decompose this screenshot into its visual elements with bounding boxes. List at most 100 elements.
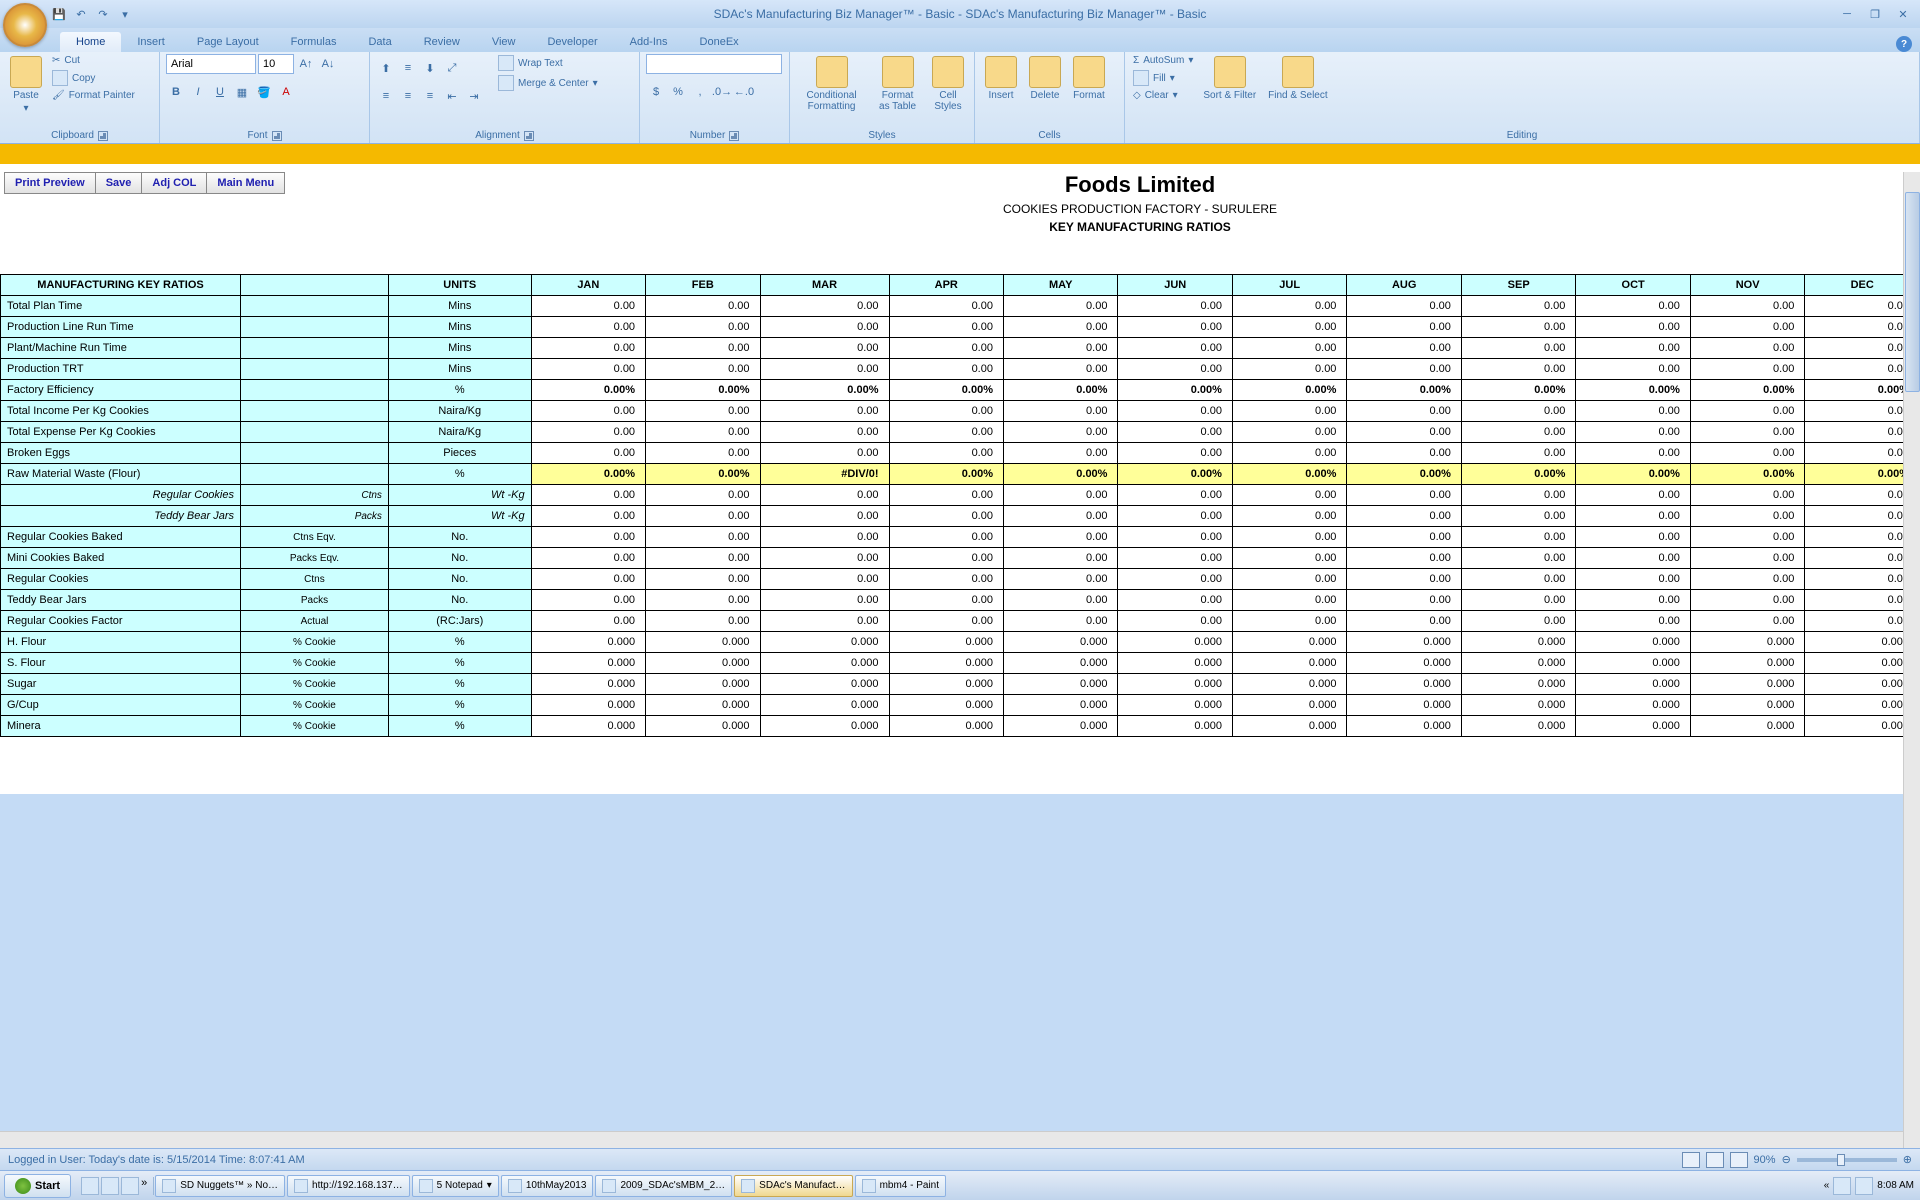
align-right-icon[interactable]: ≡ <box>420 86 440 106</box>
print-preview-button[interactable]: Print Preview <box>4 172 96 194</box>
tab-doneex[interactable]: DoneEx <box>684 32 755 52</box>
column-header[interactable] <box>241 275 389 296</box>
data-cell[interactable]: 0.00 <box>1690 506 1804 527</box>
data-cell[interactable]: 0.00 <box>1461 506 1575 527</box>
qat-more-icon[interactable]: ▾ <box>116 5 134 23</box>
start-button[interactable]: Start <box>4 1174 71 1198</box>
row-label2[interactable]: Packs <box>241 590 389 611</box>
data-cell[interactable]: 0.00 <box>1003 485 1117 506</box>
row-unit[interactable]: % <box>388 674 531 695</box>
data-cell[interactable]: 0.00 <box>760 506 889 527</box>
inc-decimal-icon[interactable]: .0→ <box>712 82 732 102</box>
row-unit[interactable]: No. <box>388 590 531 611</box>
data-cell[interactable]: 0.00 <box>1576 548 1690 569</box>
data-cell[interactable]: 0.00 <box>1461 317 1575 338</box>
data-cell[interactable]: 0.000 <box>531 653 645 674</box>
taskbar-item[interactable]: SD Nuggets™ » No… <box>155 1175 285 1197</box>
data-cell[interactable]: 0.000 <box>1003 674 1117 695</box>
dec-decimal-icon[interactable]: ←.0 <box>734 82 754 102</box>
data-cell[interactable]: 0.000 <box>531 674 645 695</box>
data-cell[interactable]: 0.00 <box>1461 443 1575 464</box>
row-label2[interactable]: % Cookie <box>241 674 389 695</box>
data-cell[interactable]: 0.00 <box>1003 590 1117 611</box>
tab-formulas[interactable]: Formulas <box>275 32 353 52</box>
data-cell[interactable]: 0.00% <box>1347 464 1461 485</box>
data-cell[interactable]: 0.000 <box>1003 653 1117 674</box>
align-center-icon[interactable]: ≡ <box>398 86 418 106</box>
page-break-view-button[interactable] <box>1730 1152 1748 1168</box>
data-cell[interactable]: 0.00 <box>1347 506 1461 527</box>
data-cell[interactable]: 0.00 <box>889 611 1003 632</box>
data-cell[interactable]: 0.00 <box>1232 611 1346 632</box>
tab-data[interactable]: Data <box>352 32 407 52</box>
row-label2[interactable]: % Cookie <box>241 632 389 653</box>
row-label2[interactable]: % Cookie <box>241 716 389 737</box>
row-unit[interactable]: No. <box>388 527 531 548</box>
data-cell[interactable]: 0.000 <box>531 716 645 737</box>
data-cell[interactable]: 0.000 <box>1347 653 1461 674</box>
data-cell[interactable]: 0.00 <box>889 527 1003 548</box>
data-cell[interactable]: 0.00 <box>1118 506 1232 527</box>
data-cell[interactable]: 0.00 <box>646 401 760 422</box>
data-cell[interactable]: 0.000 <box>1576 716 1690 737</box>
tab-view[interactable]: View <box>476 32 532 52</box>
data-cell[interactable]: 0.00 <box>1461 590 1575 611</box>
taskbar-item[interactable]: SDAc's Manufact… <box>734 1175 852 1197</box>
row-label2[interactable] <box>241 380 389 401</box>
data-cell[interactable]: 0.00 <box>1118 569 1232 590</box>
data-cell[interactable]: 0.00% <box>531 464 645 485</box>
data-cell[interactable]: 0.00 <box>1232 548 1346 569</box>
data-cell[interactable]: 0.00 <box>1576 401 1690 422</box>
ql-icon[interactable] <box>121 1177 139 1195</box>
shrink-font-icon[interactable]: A↓ <box>318 54 338 74</box>
tab-insert[interactable]: Insert <box>121 32 181 52</box>
data-cell[interactable]: 0.00% <box>1690 380 1804 401</box>
dialog-launcher-icon[interactable] <box>272 131 282 141</box>
data-cell[interactable]: 0.00 <box>1690 548 1804 569</box>
dialog-launcher-icon[interactable] <box>729 131 739 141</box>
worksheet-area[interactable]: Print Preview Save Adj COL Main Menu Foo… <box>0 164 1920 794</box>
data-cell[interactable]: 0.00% <box>646 464 760 485</box>
currency-icon[interactable]: $ <box>646 82 666 102</box>
data-cell[interactable]: 0.00 <box>1461 296 1575 317</box>
row-label[interactable]: Plant/Machine Run Time <box>1 338 241 359</box>
row-label2[interactable] <box>241 443 389 464</box>
data-cell[interactable]: 0.00 <box>1118 548 1232 569</box>
dialog-launcher-icon[interactable] <box>98 131 108 141</box>
data-cell[interactable]: 0.000 <box>1118 716 1232 737</box>
data-cell[interactable]: 0.00 <box>1576 590 1690 611</box>
data-cell[interactable]: 0.00 <box>760 422 889 443</box>
row-label2[interactable]: Packs Eqv. <box>241 548 389 569</box>
merge-center-button[interactable]: Merge & Center▾ <box>496 74 600 92</box>
data-cell[interactable]: 0.00 <box>760 359 889 380</box>
data-cell[interactable]: 0.00 <box>1003 296 1117 317</box>
data-cell[interactable]: 0.00 <box>646 590 760 611</box>
data-cell[interactable]: 0.00 <box>1347 611 1461 632</box>
row-label2[interactable] <box>241 359 389 380</box>
column-header[interactable]: FEB <box>646 275 760 296</box>
data-cell[interactable]: 0.00 <box>760 590 889 611</box>
data-cell[interactable]: 0.00 <box>1003 317 1117 338</box>
data-cell[interactable]: 0.00 <box>646 506 760 527</box>
data-cell[interactable]: 0.00 <box>1576 506 1690 527</box>
column-header[interactable]: AUG <box>1347 275 1461 296</box>
data-cell[interactable]: 0.00 <box>760 485 889 506</box>
data-cell[interactable]: 0.000 <box>1690 695 1804 716</box>
tab-home[interactable]: Home <box>60 32 121 52</box>
data-cell[interactable]: 0.00 <box>1347 338 1461 359</box>
row-unit[interactable]: Mins <box>388 359 531 380</box>
data-cell[interactable]: 0.000 <box>1576 632 1690 653</box>
row-unit[interactable]: % <box>388 716 531 737</box>
data-cell[interactable]: 0.00 <box>1232 317 1346 338</box>
data-cell[interactable]: 0.00 <box>646 296 760 317</box>
data-cell[interactable]: 0.00 <box>760 443 889 464</box>
data-cell[interactable]: 0.00 <box>1118 422 1232 443</box>
row-unit[interactable]: % <box>388 632 531 653</box>
data-cell[interactable]: 0.00 <box>1003 611 1117 632</box>
taskbar-item[interactable]: 10thMay2013 <box>501 1175 594 1197</box>
data-cell[interactable]: 0.00% <box>1461 464 1575 485</box>
row-label[interactable]: Total Plan Time <box>1 296 241 317</box>
align-top-icon[interactable]: ⬆ <box>376 58 396 78</box>
tray-icon[interactable] <box>1833 1177 1851 1195</box>
column-header[interactable]: UNITS <box>388 275 531 296</box>
